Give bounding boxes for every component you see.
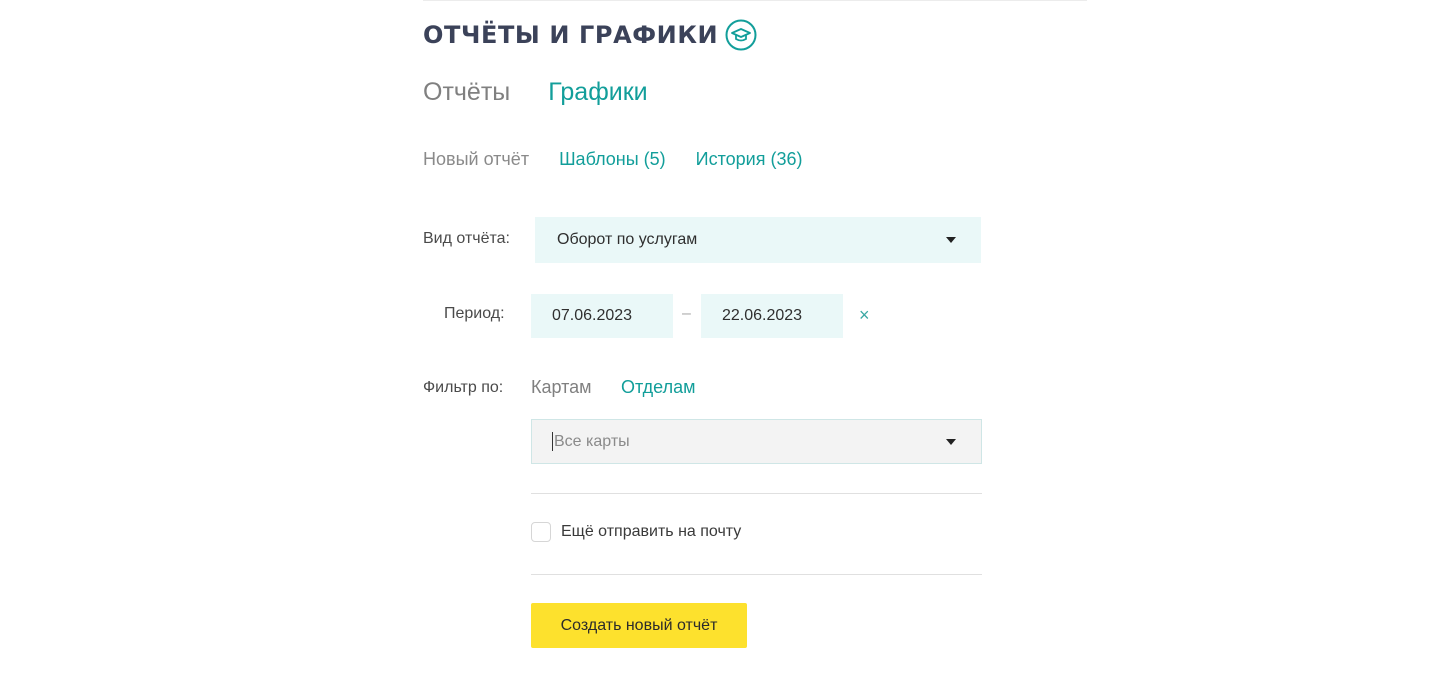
text-cursor bbox=[552, 432, 553, 451]
cards-select-placeholder: Все карты bbox=[554, 432, 630, 450]
filter-option-cards[interactable]: Картам bbox=[531, 376, 592, 398]
sub-tabs: Новый отчёт Шаблоны (5) История (36) bbox=[423, 147, 803, 171]
caret-down-icon bbox=[946, 237, 956, 243]
period-from-input[interactable]: 07.06.2023 bbox=[531, 294, 673, 338]
filter-label: Фильтр по: bbox=[423, 379, 504, 396]
period-label: Период: bbox=[444, 305, 505, 322]
report-type-value: Оборот по услугам bbox=[557, 231, 698, 248]
page-header: ОТЧЁТЫ И ГРАФИКИ bbox=[423, 17, 757, 53]
page-title: ОТЧЁТЫ И ГРАФИКИ bbox=[423, 21, 719, 49]
clear-period-icon[interactable]: × bbox=[859, 304, 875, 326]
report-type-label: Вид отчёта: bbox=[423, 230, 510, 247]
send-email-label: Ещё отправить на почту bbox=[561, 523, 742, 540]
top-divider bbox=[423, 0, 1087, 1]
caret-down-icon bbox=[946, 438, 956, 445]
divider bbox=[531, 574, 982, 575]
tab-history[interactable]: История (36) bbox=[696, 147, 803, 171]
tab-reports[interactable]: Отчёты bbox=[423, 76, 510, 108]
cards-select-text: Все карты bbox=[552, 432, 630, 451]
graduation-cap-icon[interactable] bbox=[725, 19, 757, 51]
tab-new-report[interactable]: Новый отчёт bbox=[423, 147, 529, 171]
filter-option-departments[interactable]: Отделам bbox=[621, 376, 695, 398]
period-to-value: 22.06.2023 bbox=[722, 307, 803, 324]
divider bbox=[531, 493, 982, 494]
tab-templates[interactable]: Шаблоны (5) bbox=[559, 147, 666, 171]
cards-select[interactable]: Все карты bbox=[531, 419, 982, 464]
period-separator: – bbox=[682, 305, 691, 322]
period-from-value: 07.06.2023 bbox=[552, 307, 633, 324]
send-email-checkbox[interactable] bbox=[531, 522, 551, 542]
period-to-input[interactable]: 22.06.2023 bbox=[701, 294, 843, 338]
create-report-button[interactable]: Создать новый отчёт bbox=[531, 603, 747, 648]
send-email-option[interactable]: Ещё отправить на почту bbox=[531, 522, 741, 542]
tab-charts[interactable]: Графики bbox=[548, 76, 647, 108]
main-tabs: Отчёты Графики bbox=[423, 76, 648, 108]
report-type-select[interactable]: Оборот по услугам bbox=[535, 217, 981, 263]
